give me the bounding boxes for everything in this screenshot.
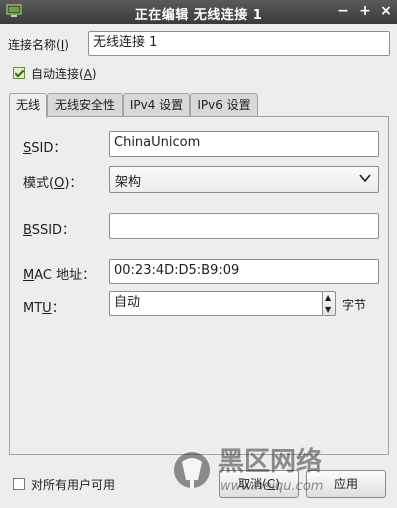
connection-name-label-prefix: 连接名称( <box>8 38 61 52</box>
bssid-label-rest: SSID： <box>31 223 76 238</box>
minimize-button[interactable]: − <box>334 2 352 20</box>
auto-connect-checkbox[interactable] <box>13 67 25 79</box>
spin-down-icon[interactable]: ▼ <box>325 306 331 314</box>
mac-label-rest: AC 地址： <box>34 268 96 283</box>
ssid-label-rest: SID： <box>31 141 67 156</box>
mtu-label-suffix: ： <box>51 301 65 316</box>
all-users-label: 对所有用户可用 <box>31 478 116 492</box>
bssid-input[interactable] <box>109 213 379 239</box>
connection-name-input[interactable]: 无线连接 1 <box>88 31 390 56</box>
mac-mnemonic: M <box>23 268 35 283</box>
mode-mnemonic: O <box>54 176 65 191</box>
connection-name-label-suffix: ) <box>64 38 69 52</box>
cancel-label-prefix: 取消( <box>238 477 267 491</box>
auto-connect-label: 自动连接(A) <box>31 65 97 82</box>
mtu-unit-label: 字节 <box>342 298 367 312</box>
auto-connect-label-prefix: 自动连接( <box>31 67 84 81</box>
mac-address-label: MAC 地址： <box>23 264 95 283</box>
ssid-label: SSID： <box>23 137 66 156</box>
bssid-mnemonic: B <box>23 223 32 238</box>
mode-label-suffix: )： <box>64 176 83 191</box>
ssid-input[interactable]: ChinaUnicom <box>109 131 379 157</box>
connection-name-label: 连接名称(I) <box>8 36 69 53</box>
mode-label-prefix: 模式( <box>23 176 55 191</box>
mtu-mnemonic: U <box>42 301 52 316</box>
apply-button[interactable]: 应用 <box>306 470 386 498</box>
mode-select-value: 架构 <box>115 175 142 190</box>
all-users-checkbox[interactable] <box>13 478 25 490</box>
tab-ipv6[interactable]: IPv6 设置 <box>190 93 258 116</box>
close-button[interactable]: × <box>377 2 395 20</box>
bssid-label: BSSID： <box>23 219 75 238</box>
mode-select[interactable]: 架构 <box>109 166 379 193</box>
window-titlebar[interactable]: 正在编辑 无线连接 1 − + × <box>0 0 397 24</box>
cancel-label-suffix: ) <box>275 477 280 491</box>
auto-connect-label-suffix: ) <box>91 67 97 81</box>
mtu-label-prefix: MT <box>23 301 43 316</box>
mtu-label: MTU： <box>23 297 65 316</box>
cancel-mnemonic: C <box>266 477 276 491</box>
auto-connect-mnemonic: A <box>83 67 92 81</box>
tab-ipv4[interactable]: IPv4 设置 <box>123 93 190 116</box>
chevron-down-icon <box>359 171 371 188</box>
cancel-button[interactable]: 取消(C) <box>219 470 299 498</box>
mac-address-input[interactable]: 00:23:4D:D5:B9:09 <box>109 259 379 284</box>
mode-label: 模式(O)： <box>23 172 82 191</box>
mtu-spin-button[interactable]: ▲ ▼ <box>322 291 336 316</box>
tab-wireless[interactable]: 无线 <box>9 93 47 118</box>
mtu-input[interactable]: 自动 <box>109 291 323 316</box>
tab-wireless-security[interactable]: 无线安全性 <box>47 93 123 116</box>
maximize-button[interactable]: + <box>356 2 374 20</box>
spin-up-icon[interactable]: ▲ <box>325 294 331 302</box>
